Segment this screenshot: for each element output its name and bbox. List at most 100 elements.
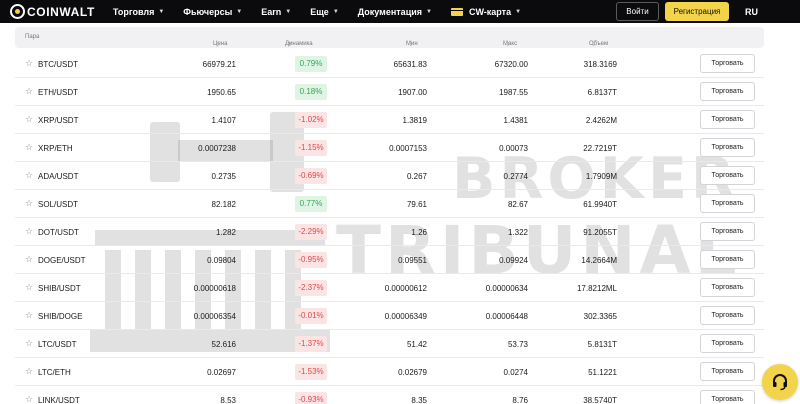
trade-button[interactable]: Торговать [700,278,755,297]
table-row[interactable]: ☆ ADA/USDT 0.2735 -0.69% 0.267 0.2774 1.7909M Т… [15,162,764,190]
volume-cell: 61.9940T [583,200,617,209]
change-badge: 0.79% [295,56,327,72]
change-badge: -1.02% [295,112,327,128]
trade-button[interactable]: Торговать [700,390,755,404]
register-button[interactable]: Регистрация [665,2,729,21]
pair-cell: XRP/USDT [38,116,79,125]
price-cell: 0.00000618 [193,284,236,293]
table-row[interactable]: ☆ XRP/USDT 1.4107 -1.02% 1.3819 1.4381 2.4262M… [15,106,764,134]
table-row[interactable]: ☆ SHIB/DOGE 0.00006354 -0.01% 0.00006349 0.00… [15,302,764,330]
star-icon[interactable]: ☆ [25,283,33,292]
pair-cell: DOT/USDT [38,228,79,237]
max-cell: 67320.00 [494,60,528,69]
main-nav: Торговля ▼ Фьючерсы ▼ Earn ▼ Еще ▼ Документа… [113,0,540,23]
max-cell: 0.09924 [499,256,528,265]
brand-logo[interactable]: COINWALT [10,0,95,23]
chevron-down-icon: ▼ [426,8,432,15]
volume-cell: 51.1221 [588,368,617,377]
max-cell: 0.0274 [503,368,528,377]
nav-item-label: CW-карта [468,6,512,17]
change-badge: 0.18% [295,84,327,100]
volume-cell: 2.4262M [585,116,617,125]
price-cell: 0.02697 [207,368,236,377]
max-cell: 1987.55 [499,88,528,97]
pair-cell: SHIB/DOGE [38,312,83,321]
nav-item-more[interactable]: Еще ▼ [310,7,339,17]
nav-item-docs[interactable]: Документация ▼ [358,7,432,17]
trade-button[interactable]: Торговать [700,306,755,325]
table-row[interactable]: ☆ LTC/ETH 0.02697 -1.53% 0.02679 0.0274 51.122… [15,358,764,386]
star-icon[interactable]: ☆ [25,311,33,320]
table-row[interactable]: ☆ SHIB/USDT 0.00000618 -2.37% 0.00000612 0.00… [15,274,764,302]
max-cell: 0.2774 [503,172,528,181]
volume-cell: 318.3169 [583,60,617,69]
min-cell: 79.61 [406,200,427,209]
trade-button[interactable]: Торговать [700,82,755,101]
nav-item-cw-card[interactable]: CW-карта ▼ [450,6,521,17]
table-row[interactable]: ☆ DOT/USDT 1.282 -2.29% 1.26 1.322 91.2055T Тор… [15,218,764,246]
table-row[interactable]: ☆ XRP/ETH 0.0007238 -1.15% 0.0007153 0.00073 2… [15,134,764,162]
nav-item-label: Еще [310,6,329,17]
star-icon[interactable]: ☆ [25,143,33,152]
table-row[interactable]: ☆ BTC/USDT 66979.21 0.79% 65631.83 67320.00 31… [15,50,764,78]
table-row[interactable]: ☆ LTC/USDT 52.616 -1.37% 51.42 53.73 5.8131T То… [15,330,764,358]
sort-icon: ⇕ [408,42,414,48]
change-badge: -0.93% [295,392,327,404]
change-badge: -1.15% [295,140,327,156]
table-row[interactable]: ☆ ETH/USDT 1950.65 0.18% 1907.00 1987.55 6.813… [15,78,764,106]
pair-cell: ETH/USDT [38,88,78,97]
star-icon[interactable]: ☆ [25,367,33,376]
nav-item-trading[interactable]: Торговля ▼ [113,7,164,17]
star-icon[interactable]: ☆ [25,395,33,404]
max-cell: 82.67 [507,200,528,209]
trade-button[interactable]: Торговать [700,166,755,185]
change-badge: -0.01% [295,308,327,324]
nav-item-earn[interactable]: Earn ▼ [261,7,291,17]
chevron-down-icon: ▼ [332,8,339,15]
star-icon[interactable]: ☆ [25,255,33,264]
login-button[interactable]: Войти [616,2,659,21]
trade-button[interactable]: Торговать [700,250,755,269]
change-badge: -1.53% [295,364,327,380]
change-badge: -1.37% [295,336,327,352]
table-row[interactable]: ☆ SOL/USDT 82.182 0.77% 79.61 82.67 61.9940T То… [15,190,764,218]
star-icon[interactable]: ☆ [25,115,33,124]
min-cell: 8.35 [411,396,427,404]
trade-button[interactable]: Торговать [700,194,755,213]
pair-cell: LINK/USDT [38,396,80,404]
column-header-pair[interactable]: Пара [25,34,39,40]
min-cell: 65631.83 [393,60,427,69]
star-icon[interactable]: ☆ [25,59,33,68]
max-cell: 0.00006448 [485,312,528,321]
chat-icon [773,374,787,391]
sort-icon: ⇕ [287,42,293,48]
star-icon[interactable]: ☆ [25,339,33,348]
max-cell: 0.00073 [499,144,528,153]
price-cell: 82.182 [211,200,236,209]
price-cell: 1.4107 [211,116,236,125]
pair-cell: BTC/USDT [38,60,78,69]
price-cell: 0.09804 [207,256,236,265]
trade-button[interactable]: Торговать [700,110,755,129]
star-icon[interactable]: ☆ [25,199,33,208]
star-icon[interactable]: ☆ [25,87,33,96]
trade-button[interactable]: Торговать [700,222,755,241]
trade-button[interactable]: Торговать [700,54,755,73]
min-cell: 51.42 [406,340,427,349]
support-chat-button[interactable] [762,364,798,400]
trade-button[interactable]: Торговать [700,138,755,157]
volume-cell: 5.8131T [587,340,617,349]
table-row[interactable]: ☆ DOGE/USDT 0.09804 -0.95% 0.09551 0.09924 14.… [15,246,764,274]
pair-cell: ADA/USDT [38,172,79,181]
trade-button[interactable]: Торговать [700,334,755,353]
star-icon[interactable]: ☆ [25,227,33,236]
min-cell: 0.0007153 [389,144,427,153]
change-badge: -2.37% [295,280,327,296]
star-icon[interactable]: ☆ [25,171,33,180]
nav-item-futures[interactable]: Фьючерсы ▼ [183,7,242,17]
language-selector[interactable]: RU [745,7,758,17]
trade-button[interactable]: Торговать [700,362,755,381]
table-row[interactable]: ☆ LINK/USDT 8.53 -0.93% 8.35 8.76 38.5740T Торг… [15,386,764,404]
pair-cell: DOGE/USDT [38,256,86,265]
top-navbar: COINWALT Торговля ▼ Фьючерсы ▼ Earn ▼ Еще ▼ … [0,0,800,23]
